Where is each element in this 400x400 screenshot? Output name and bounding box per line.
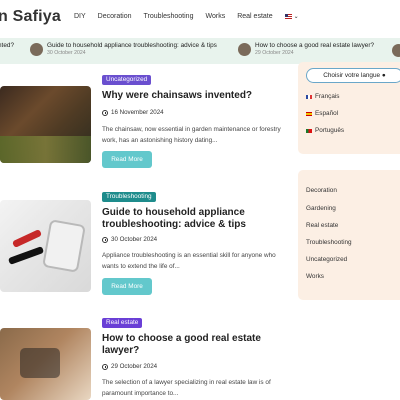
ticker-item[interactable]: nted? [0, 42, 14, 50]
red-wire [11, 228, 43, 249]
black-wire [7, 246, 45, 265]
read-more-button[interactable]: Read More [102, 151, 152, 168]
es-flag-icon [306, 111, 312, 116]
language-option-es[interactable]: Español [306, 110, 338, 117]
language-label: Français [315, 93, 340, 100]
article-title[interactable]: Why were chainsaws invented? [102, 90, 282, 102]
category-link-decoration[interactable]: Decoration [306, 187, 337, 194]
pt-flag-icon [306, 128, 312, 133]
nav-item-works[interactable]: Works [205, 13, 225, 20]
ticker-title: How to choose a good real estate lawyer? [255, 42, 375, 49]
clock-icon [102, 363, 108, 370]
choose-language-label: Choisir votre langue [323, 72, 381, 79]
site-logo[interactable]: n Safiya [0, 8, 61, 26]
ticker-title: Guide to household appliance troubleshoo… [47, 42, 217, 49]
article-date: 30 October 2024 [102, 236, 157, 243]
ticker-item[interactable]: How to choose a good real estate lawyer?… [238, 42, 374, 57]
nav-item-diy[interactable]: DIY [74, 13, 86, 20]
ticker-thumbnail [30, 43, 43, 56]
article-image-appliance[interactable] [0, 200, 91, 292]
clock-icon [102, 109, 108, 116]
article-excerpt: Appliance troubleshooting is an essentia… [102, 252, 276, 270]
ticker-thumbnail [392, 44, 400, 57]
category-badge[interactable]: Real estate [102, 318, 143, 328]
article-excerpt: The chainsaw, now essential in garden ma… [102, 126, 281, 144]
category-link-real-estate[interactable]: Real estate [306, 222, 338, 229]
category-link-works[interactable]: Works [306, 273, 324, 280]
language-switcher[interactable]: ⌄ [284, 13, 299, 20]
article-date-text: 30 October 2024 [111, 236, 158, 243]
categories-widget: Decoration Gardening Real estate Trouble… [298, 170, 400, 300]
nav-item-troubleshooting[interactable]: Troubleshooting [144, 13, 194, 20]
nav-item-real-estate[interactable]: Real estate [237, 13, 272, 20]
article-title[interactable]: Guide to household appliance troubleshoo… [102, 207, 282, 230]
read-more-button[interactable]: Read More [102, 278, 152, 295]
category-link-troubleshooting[interactable]: Troubleshooting [306, 239, 352, 246]
us-flag-icon [284, 14, 292, 19]
article-date: 16 November 2024 [102, 109, 164, 116]
language-widget: Choisir votre langue ● Français Español … [298, 62, 400, 154]
clock-icon [102, 236, 108, 243]
language-label: Español [315, 110, 339, 117]
category-link-uncategorized[interactable]: Uncategorized [306, 256, 347, 263]
category-badge[interactable]: Uncategorized [102, 75, 152, 85]
article-date-text: 16 November 2024 [111, 109, 164, 116]
chevron-down-icon: ⌄ [293, 14, 299, 20]
article-title[interactable]: How to choose a good real estate lawyer? [102, 333, 282, 356]
article-image-lawyer[interactable] [0, 328, 91, 400]
category-badge[interactable]: Troubleshooting [102, 192, 156, 202]
ticker-date: 29 October 2024 [255, 50, 294, 56]
language-option-fr[interactable]: Français [306, 93, 340, 100]
article-date: 29 October 2024 [102, 363, 157, 370]
ticker-thumbnail [238, 43, 251, 56]
main-nav: DIY Decoration Troubleshooting Works Rea… [74, 13, 299, 20]
news-ticker: nted? Guide to household appliance troub… [0, 38, 400, 64]
globe-icon: ● [381, 72, 386, 79]
ticker-title: nted? [0, 42, 14, 49]
ticker-date: 30 October 2024 [47, 50, 86, 56]
category-link-gardening[interactable]: Gardening [306, 205, 336, 212]
nav-item-decoration[interactable]: Decoration [98, 13, 132, 20]
ticker-item[interactable]: Guide to household appliance troubleshoo… [30, 42, 217, 57]
choose-language-button[interactable]: Choisir votre langue ● [306, 68, 400, 83]
site-header: n Safiya DIY Decoration Troubleshooting … [0, 0, 400, 36]
language-option-pt[interactable]: Português [306, 127, 344, 134]
article-date-text: 29 October 2024 [111, 363, 158, 370]
article-image-chainsaw[interactable] [0, 86, 91, 163]
article-excerpt: The selection of a lawyer specializing i… [102, 379, 271, 397]
language-label: Português [315, 127, 345, 134]
plug-body [42, 219, 86, 273]
fr-flag-icon [306, 94, 312, 99]
